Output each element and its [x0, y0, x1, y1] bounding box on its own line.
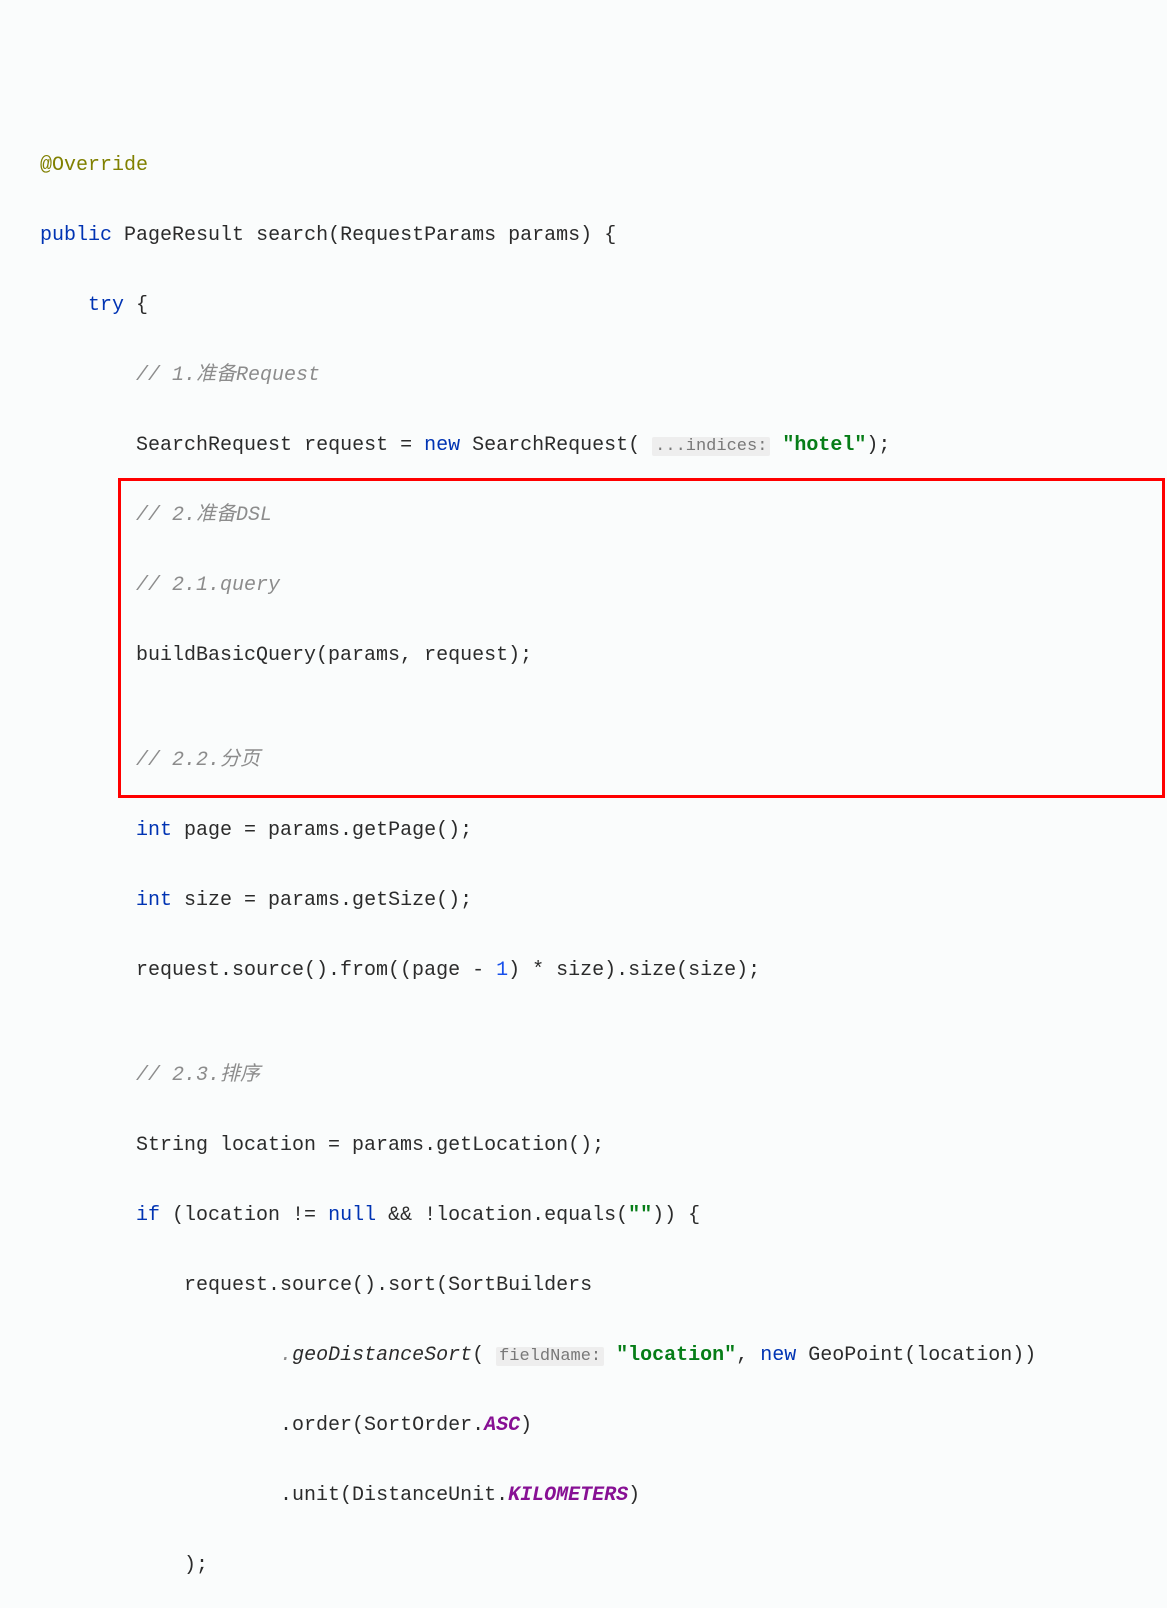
kw-new-2: new [760, 1344, 796, 1367]
semi: ); [866, 434, 890, 457]
kw-try: try [88, 294, 124, 317]
line-annotation: @Override [40, 148, 1167, 183]
line-unit: .unit(DistanceUnit.KILOMETERS) [40, 1478, 1167, 1513]
override-annotation: @Override [40, 154, 148, 177]
line-sort: request.source().sort(SortBuilders [40, 1268, 1167, 1303]
unit-b: ) [628, 1484, 640, 1507]
page-decl: page = params.getPage(); [172, 819, 472, 842]
comment-1: // 1.准备Request [136, 364, 320, 387]
try-brace: { [124, 294, 148, 317]
order-a: .order(SortOrder. [280, 1414, 484, 1437]
order-b: ) [520, 1414, 532, 1437]
line-geo: .geoDistanceSort( fieldName: "location",… [40, 1338, 1167, 1373]
line-c1: // 1.准备Request [40, 358, 1167, 393]
str-empty: "" [628, 1204, 652, 1227]
comma: , [736, 1344, 760, 1367]
param-type: RequestParams [340, 224, 496, 247]
kw-int-1: int [136, 819, 172, 842]
open-paren: ( [328, 224, 340, 247]
unit-a: .unit(DistanceUnit. [280, 1484, 508, 1507]
dot1: . [280, 1344, 292, 1367]
req-var: request [304, 434, 388, 457]
if-a: (location != [160, 1204, 328, 1227]
line-method-decl: public PageResult search(RequestParams p… [40, 218, 1167, 253]
line-req: SearchRequest request = new SearchReques… [40, 428, 1167, 463]
kw-if: if [136, 1204, 160, 1227]
line-page: int page = params.getPage(); [40, 813, 1167, 848]
highlight-box [118, 478, 1165, 798]
return-type: PageResult [124, 224, 244, 247]
open-brace: { [592, 224, 616, 247]
if-b: && !location.equals( [376, 1204, 628, 1227]
search-req-type: SearchRequest [136, 434, 292, 457]
geopoint: GeoPoint(location)) [796, 1344, 1036, 1367]
sort-line: request.source().sort(SortBuilders [184, 1274, 592, 1297]
loc-decl: String location = params.getLocation(); [136, 1134, 604, 1157]
method-name: search [256, 224, 328, 247]
str-hotel: "hotel" [782, 434, 866, 457]
inlay-hint-indices: ...indices: [652, 437, 770, 456]
inlay-hint-fieldname: fieldName: [496, 1347, 604, 1366]
close-sort: ); [184, 1554, 208, 1577]
if-c: )) { [652, 1204, 700, 1227]
num-1: 1 [496, 959, 508, 982]
from-size-b: ) * size).size(size); [508, 959, 760, 982]
line-order: .order(SortOrder.ASC) [40, 1408, 1167, 1443]
enum-asc: ASC [484, 1414, 520, 1437]
line-loc-decl: String location = params.getLocation(); [40, 1128, 1167, 1163]
geo-name: geoDistanceSort [292, 1344, 472, 1367]
from-size-a: request.source().from((page - [136, 959, 496, 982]
kw-public: public [40, 224, 112, 247]
comment-23: // 2.3.排序 [136, 1064, 260, 1087]
eq: = [388, 434, 424, 457]
size-decl: size = params.getSize(); [172, 889, 472, 912]
enum-km: KILOMETERS [508, 1484, 628, 1507]
close-paren: ) [580, 224, 592, 247]
kw-new: new [424, 434, 460, 457]
code-editor[interactable]: @Override public PageResult search(Reque… [40, 148, 1167, 1608]
param-name: params [508, 224, 580, 247]
str-location: "location" [616, 1344, 736, 1367]
line-if: if (location != null && !location.equals… [40, 1198, 1167, 1233]
line-try: try { [40, 288, 1167, 323]
line-close-sort: ); [40, 1548, 1167, 1583]
kw-int-2: int [136, 889, 172, 912]
line-size: int size = params.getSize(); [40, 883, 1167, 918]
line-c23: // 2.3.排序 [40, 1058, 1167, 1093]
line-from-size: request.source().from((page - 1) * size)… [40, 953, 1167, 988]
kw-null: null [328, 1204, 376, 1227]
search-req-ctor: SearchRequest [472, 434, 628, 457]
